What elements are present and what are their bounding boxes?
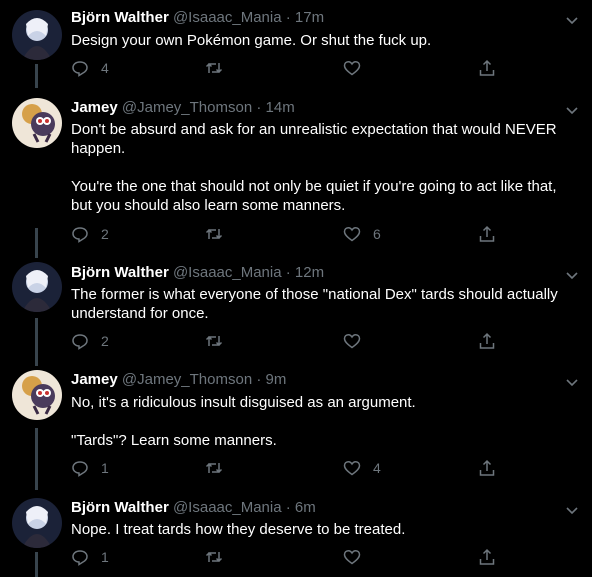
share-button[interactable]	[478, 225, 496, 243]
reply-count: 4	[101, 60, 109, 76]
retweet-button[interactable]	[205, 332, 235, 350]
like-button[interactable]	[343, 59, 373, 77]
tweet-text: Don't be absurd and ask for an unrealist…	[71, 121, 557, 214]
tweet-text: No, it's a ridiculous insult disguised a…	[71, 394, 416, 449]
avatar[interactable]	[12, 262, 62, 312]
retweet-icon	[205, 462, 223, 474]
chevron-down-icon[interactable]	[564, 502, 580, 518]
reply-icon	[72, 227, 88, 243]
tweet-header: Björn Walther @Isaaac_Mania · 17m	[71, 9, 325, 26]
tweet[interactable]: Jamey @Jamey_Thomson · 9m No, it's a rid…	[0, 366, 592, 490]
tweet[interactable]: Björn Walther @Isaaac_Mania · 17m Design…	[0, 0, 592, 88]
retweet-button[interactable]	[205, 459, 235, 477]
share-button[interactable]	[478, 59, 496, 77]
avatar[interactable]	[12, 98, 62, 148]
retweet-button[interactable]	[205, 225, 235, 243]
reply-count: 1	[101, 549, 109, 565]
reply-count: 2	[101, 226, 109, 242]
reply-icon	[72, 334, 88, 350]
heart-icon	[343, 549, 361, 565]
reply-icon	[72, 550, 88, 566]
tweet-header: Jamey @Jamey_Thomson · 9m	[71, 371, 287, 388]
retweet-icon	[205, 551, 223, 563]
handle[interactable]: @Isaaac_Mania	[173, 9, 282, 26]
timestamp[interactable]: 14m	[266, 99, 295, 116]
tweet-text: Design your own Pokémon game. Or shut th…	[71, 32, 432, 49]
handle[interactable]: @Isaaac_Mania	[173, 499, 282, 516]
reply-button[interactable]: 2	[71, 225, 109, 243]
tweet[interactable]: Björn Walther @Isaaac_Mania · 12m The fo…	[0, 258, 592, 366]
share-icon	[479, 459, 495, 476]
like-count: 6	[373, 226, 381, 242]
tweet-actions: 1	[71, 548, 501, 568]
share-button[interactable]	[478, 548, 496, 566]
like-button[interactable]: 4	[343, 459, 381, 477]
retweet-button[interactable]	[205, 59, 235, 77]
retweet-icon	[205, 335, 223, 347]
reply-count: 1	[101, 460, 109, 476]
display-name[interactable]: Björn Walther	[71, 499, 169, 516]
timestamp[interactable]: 6m	[295, 499, 316, 516]
tweet-header: Björn Walther @Isaaac_Mania · 12m	[71, 264, 325, 281]
timestamp[interactable]: 12m	[295, 264, 324, 281]
share-button[interactable]	[478, 459, 496, 477]
display-name[interactable]: Björn Walther	[71, 264, 169, 281]
reply-button[interactable]: 1	[71, 459, 109, 477]
tweet-actions: 2	[71, 332, 501, 352]
like-count: 4	[373, 460, 381, 476]
reply-button[interactable]: 4	[71, 59, 109, 77]
reply-icon	[72, 61, 88, 77]
tweet[interactable]: Jamey @Jamey_Thomson · 14m Don't be absu…	[0, 88, 592, 258]
heart-icon	[343, 460, 361, 476]
like-button[interactable]	[343, 548, 373, 566]
tweet-text: The former is what everyone of those "na…	[71, 286, 558, 322]
handle[interactable]: @Jamey_Thomson	[122, 99, 252, 116]
chevron-down-icon[interactable]	[564, 102, 580, 118]
avatar[interactable]	[12, 498, 62, 548]
handle[interactable]: @Jamey_Thomson	[122, 371, 252, 388]
share-icon	[479, 332, 495, 349]
chevron-down-icon[interactable]	[564, 374, 580, 390]
like-button[interactable]	[343, 332, 373, 350]
heart-icon	[343, 333, 361, 349]
share-icon	[479, 225, 495, 242]
reply-button[interactable]: 1	[71, 548, 109, 566]
avatar[interactable]	[12, 370, 62, 420]
display-name[interactable]: Jamey	[71, 99, 118, 116]
avatar[interactable]	[12, 10, 62, 60]
timestamp[interactable]: 9m	[266, 371, 287, 388]
tweet-actions: 4	[71, 59, 501, 79]
tweet[interactable]: Björn Walther @Isaaac_Mania · 6m Nope. I…	[0, 490, 592, 577]
tweet-actions: 1 4	[71, 459, 501, 479]
tweet-text: Nope. I treat tards how they deserve to …	[71, 521, 406, 538]
heart-icon	[343, 226, 361, 242]
share-icon	[479, 59, 495, 76]
tweet-header: Björn Walther @Isaaac_Mania · 6m	[71, 499, 316, 516]
reply-button[interactable]: 2	[71, 332, 109, 350]
display-name[interactable]: Jamey	[71, 371, 118, 388]
display-name[interactable]: Björn Walther	[71, 9, 169, 26]
timestamp[interactable]: 17m	[295, 9, 324, 26]
handle[interactable]: @Isaaac_Mania	[173, 264, 282, 281]
share-icon	[479, 548, 495, 565]
tweet-actions: 2 6	[71, 225, 501, 245]
retweet-button[interactable]	[205, 548, 235, 566]
retweet-icon	[205, 62, 223, 74]
chevron-down-icon[interactable]	[564, 267, 580, 283]
retweet-icon	[205, 228, 223, 240]
reply-count: 2	[101, 333, 109, 349]
share-button[interactable]	[478, 332, 496, 350]
like-button[interactable]: 6	[343, 225, 381, 243]
reply-icon	[72, 461, 88, 477]
tweet-header: Jamey @Jamey_Thomson · 14m	[71, 99, 295, 116]
heart-icon	[343, 60, 361, 76]
chevron-down-icon[interactable]	[564, 12, 580, 28]
